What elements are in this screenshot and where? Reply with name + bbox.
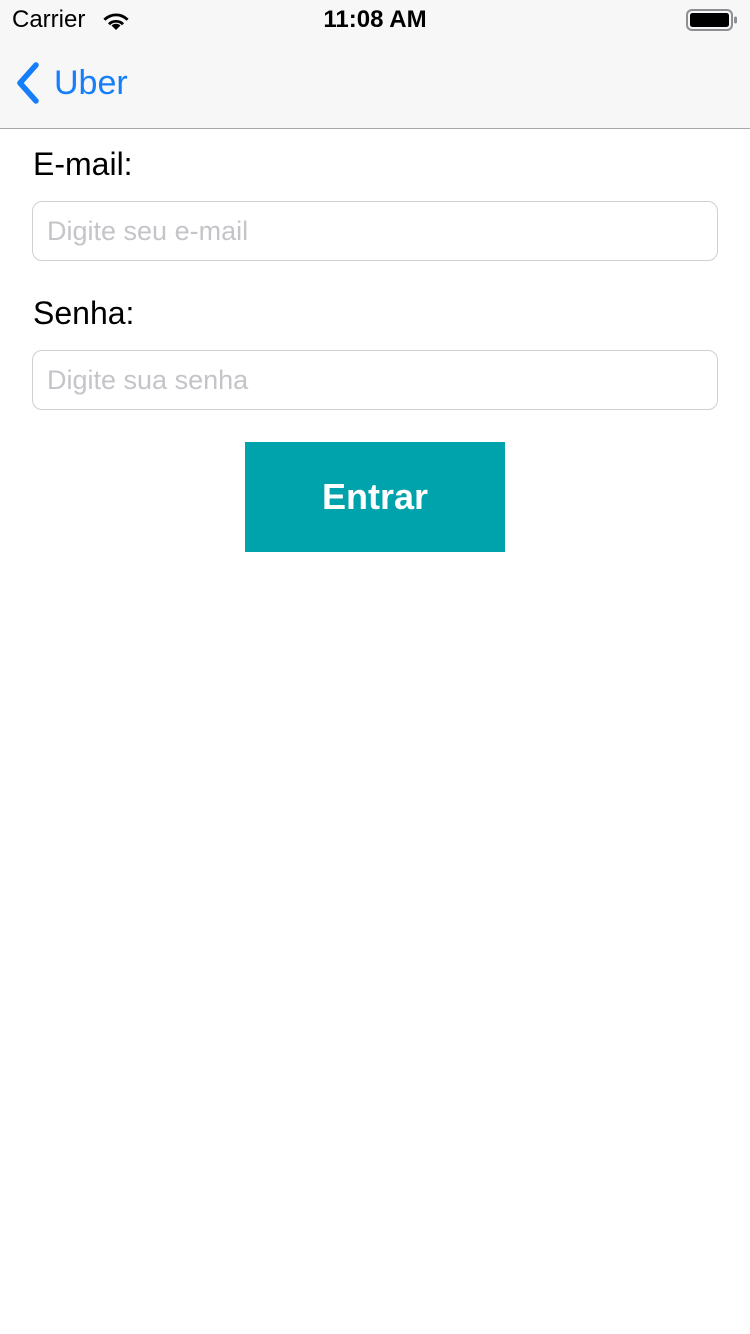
status-bar: Carrier 11:08 AM xyxy=(0,0,750,40)
back-button-label: Uber xyxy=(54,63,128,102)
login-screen: Carrier 11:08 AM Uber E-mail: Sen xyxy=(0,0,750,1334)
chevron-left-icon xyxy=(17,62,39,104)
back-button[interactable]: Uber xyxy=(14,58,128,108)
top-bar: Carrier 11:08 AM Uber xyxy=(0,0,750,129)
status-time: 11:08 AM xyxy=(323,6,427,33)
battery-full-icon xyxy=(686,9,737,31)
navigation-bar: Uber xyxy=(0,40,750,128)
login-button[interactable]: Entrar xyxy=(245,442,505,552)
email-label: E-mail: xyxy=(33,146,133,182)
password-field[interactable] xyxy=(32,350,718,410)
email-field[interactable] xyxy=(32,201,718,261)
password-label: Senha: xyxy=(33,295,135,331)
